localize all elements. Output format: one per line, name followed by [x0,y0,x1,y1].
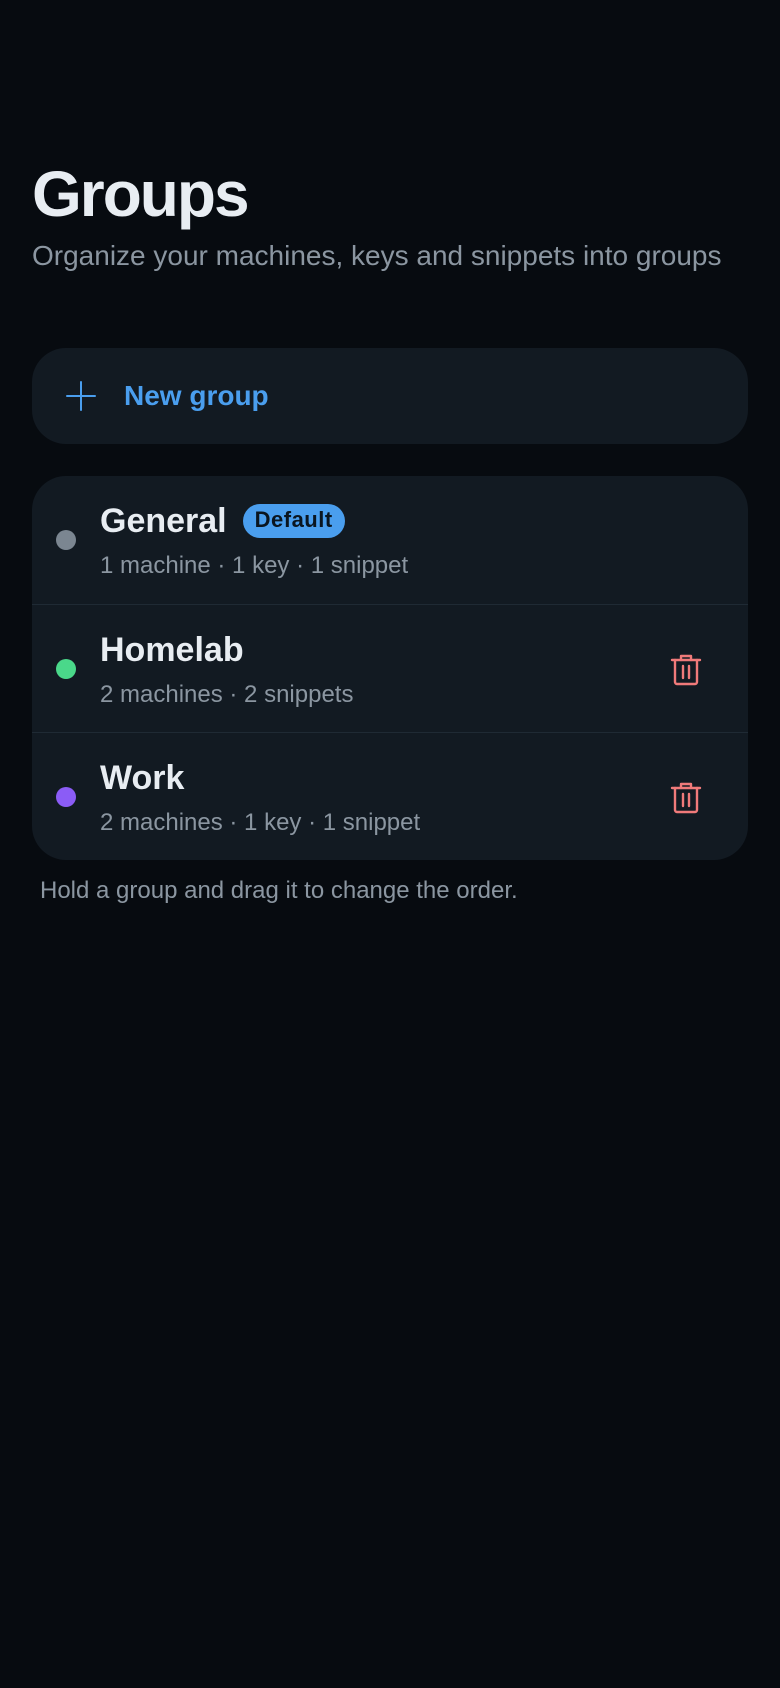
new-group-label: New group [124,380,269,411]
group-row-homelab[interactable]: Homelab 2 machines · 2 snippets [32,604,748,732]
group-name: Homelab [100,631,244,669]
default-badge: Default [242,504,345,538]
new-group-button[interactable]: New group [32,348,748,444]
trash-icon [670,782,702,814]
reorder-hint: Hold a group and drag it to change the o… [40,877,518,904]
group-meta: 2 machines · 1 key · 1 snippet [100,809,421,836]
group-meta: 2 machines · 2 snippets [100,681,354,708]
page-subtitle: Organize your machines, keys and snippet… [32,240,722,271]
group-row-general[interactable]: General Default 1 machine · 1 key · 1 sn… [32,476,748,604]
delete-group-button[interactable] [668,779,704,815]
trash-icon [670,654,702,686]
group-name: General [100,502,227,540]
page-title: Groups [32,158,250,230]
group-meta: 1 machine · 1 key · 1 snippet [100,552,409,579]
group-color-dot [56,787,76,807]
group-row-work[interactable]: Work 2 machines · 1 key · 1 snippet [32,732,748,860]
group-name: Work [100,759,185,797]
group-color-dot [56,530,76,550]
plus-icon [66,381,96,411]
group-list: General Default 1 machine · 1 key · 1 sn… [32,476,748,860]
group-color-dot [56,659,76,679]
delete-group-button[interactable] [668,651,704,687]
